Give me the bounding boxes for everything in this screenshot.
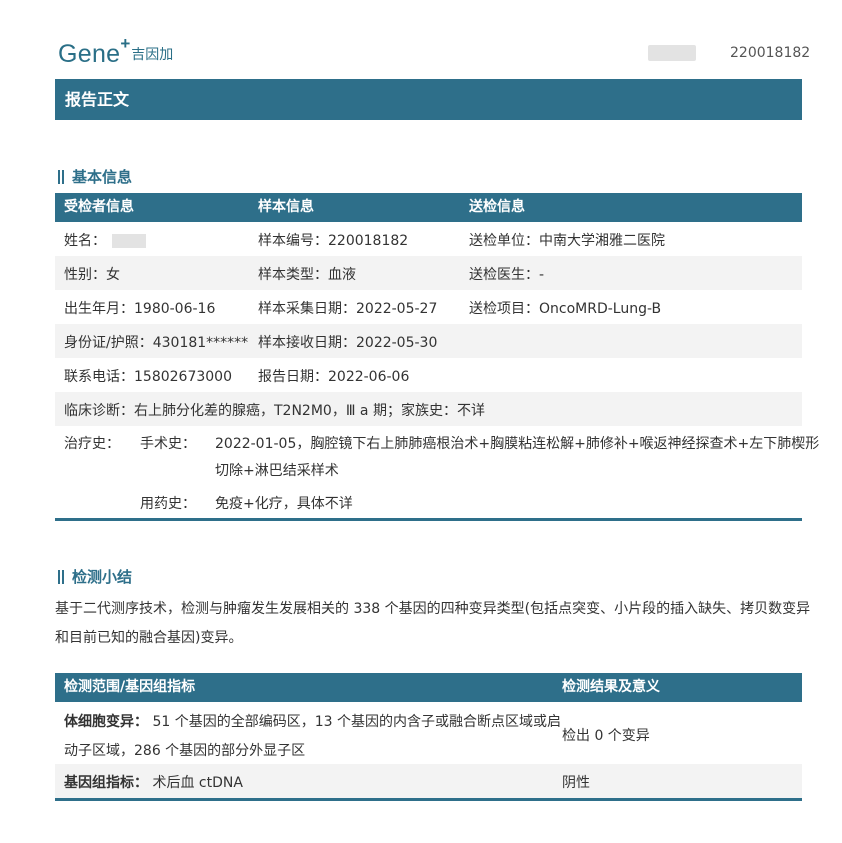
- table-row: 性别：女 样本类型：血液 送检医生：-: [55, 256, 802, 290]
- phone-number: 联系电话：15802673000: [64, 369, 232, 385]
- test-project: 送检项目：OncoMRD-Lung-B: [469, 301, 662, 317]
- header-sample-info: 样本信息: [258, 199, 314, 215]
- sample-id: 样本编号：220018182: [258, 233, 409, 249]
- genomic-marker-scope: 基因组指标： 术后血 ctDNA: [64, 775, 243, 791]
- medication-history-value: 免疫+化疗，具体不详: [215, 496, 353, 512]
- section-bars-icon: [58, 569, 65, 584]
- table-row: 体细胞变异： 51 个基因的全部编码区，13 个基因的内含子或融合断点区域或启 …: [55, 702, 802, 764]
- somatic-variant-scope-line2: 动子区域，286 个基因的部分外显子区: [64, 743, 306, 759]
- header-detection-scope: 检测范围/基因组指标: [64, 679, 196, 695]
- patient-name: 姓名：: [64, 230, 146, 250]
- submitting-doctor: 送检医生：-: [469, 267, 545, 283]
- submitting-hospital: 送检单位：中南大学湘雅二医院: [469, 233, 665, 249]
- detection-table: 检测范围/基因组指标 检测结果及意义 体细胞变异： 51 个基因的全部编码区，1…: [55, 673, 802, 801]
- logo-wordmark: Gene: [58, 40, 121, 68]
- medication-history-label: 用药史：: [140, 496, 196, 512]
- section-bars-icon: [58, 169, 65, 184]
- section-title-basic-info: 基本信息: [58, 166, 132, 187]
- header-detection-result: 检测结果及意义: [562, 679, 660, 695]
- genomic-marker-result: 阴性: [562, 775, 590, 791]
- table-row: 出生年月：1980-06-16 样本采集日期：2022-05-27 送检项目：O…: [55, 290, 802, 324]
- surgery-history-line1: 2022-01-05，胸腔镜下右上肺肺癌根治术+胸膜粘连松解+肺修补+喉返神经探…: [215, 436, 820, 452]
- table-row: 身份证/护照：430181****** 样本接收日期：2022-05-30: [55, 324, 802, 358]
- detection-header-row: 检测范围/基因组指标 检测结果及意义: [55, 673, 802, 702]
- company-logo: Gene + 吉因加: [58, 34, 174, 68]
- clinical-diagnosis: 临床诊断：右上肺分化差的腺癌，T2N2M0，Ⅲ a 期；家族史：不详: [64, 403, 485, 419]
- basic-info-header-row: 受检者信息 样本信息 送检信息: [55, 193, 802, 222]
- report-date: 报告日期：2022-06-06: [258, 369, 410, 385]
- redacted-name-mask: [112, 234, 146, 248]
- header-patient-info: 受检者信息: [64, 199, 134, 215]
- table-row: 姓名： 样本编号：220018182 送检单位：中南大学湘雅二医院: [55, 222, 802, 256]
- id-number: 身份证/护照：430181******: [64, 335, 249, 351]
- summary-paragraph: 基于二代测序技术，检测与肿瘤发生发展相关的 338 个基因的四种变异类型(包括点…: [55, 595, 811, 653]
- diagnosis-row: 临床诊断：右上肺分化差的腺癌，T2N2M0，Ⅲ a 期；家族史：不详: [55, 392, 802, 426]
- page-title-banner: 报告正文: [55, 79, 802, 120]
- surgery-history-label: 手术史：: [140, 436, 196, 452]
- somatic-variant-scope-line1: 体细胞变异： 51 个基因的全部编码区，13 个基因的内含子或融合断点区域或启: [64, 714, 561, 730]
- surgery-history-line2: 切除+淋巴结采样术: [215, 463, 339, 479]
- logo-plus: +: [120, 34, 131, 53]
- somatic-variant-result: 检出 0 个变异: [562, 728, 650, 744]
- treatment-history-label: 治疗史：: [64, 436, 120, 452]
- summary-line1: 基于二代测序技术，检测与肿瘤发生发展相关的 338 个基因的四种变异类型(包括点…: [55, 601, 811, 617]
- basic-info-table: 受检者信息 样本信息 送检信息 姓名： 样本编号：220018182 送检单位：…: [55, 193, 819, 521]
- treatment-history-row: 治疗史： 手术史： 2022-01-05，胸腔镜下右上肺肺癌根治术+胸膜粘连松解…: [55, 426, 819, 518]
- report-id: 220018182: [730, 45, 811, 61]
- summary-line2: 和目前已知的融合基因)变异。: [55, 630, 243, 646]
- birth-date: 出生年月：1980-06-16: [64, 301, 216, 317]
- patient-sex: 性别：女: [64, 267, 120, 283]
- receipt-date: 样本接收日期：2022-05-30: [258, 335, 438, 351]
- header-submission-info: 送检信息: [469, 199, 525, 215]
- collection-date: 样本采集日期：2022-05-27: [258, 301, 438, 317]
- sample-type: 样本类型：血液: [258, 267, 356, 283]
- table-bottom-rule: [55, 518, 802, 521]
- section-title-summary: 检测小结: [58, 566, 132, 587]
- redacted-patient-name: [648, 45, 696, 61]
- table-row: 基因组指标： 术后血 ctDNA 阴性: [55, 764, 802, 798]
- table-bottom-rule: [55, 798, 802, 801]
- table-row: 联系电话：15802673000 报告日期：2022-06-06: [55, 358, 802, 392]
- logo-chinese-name: 吉因加: [131, 47, 174, 63]
